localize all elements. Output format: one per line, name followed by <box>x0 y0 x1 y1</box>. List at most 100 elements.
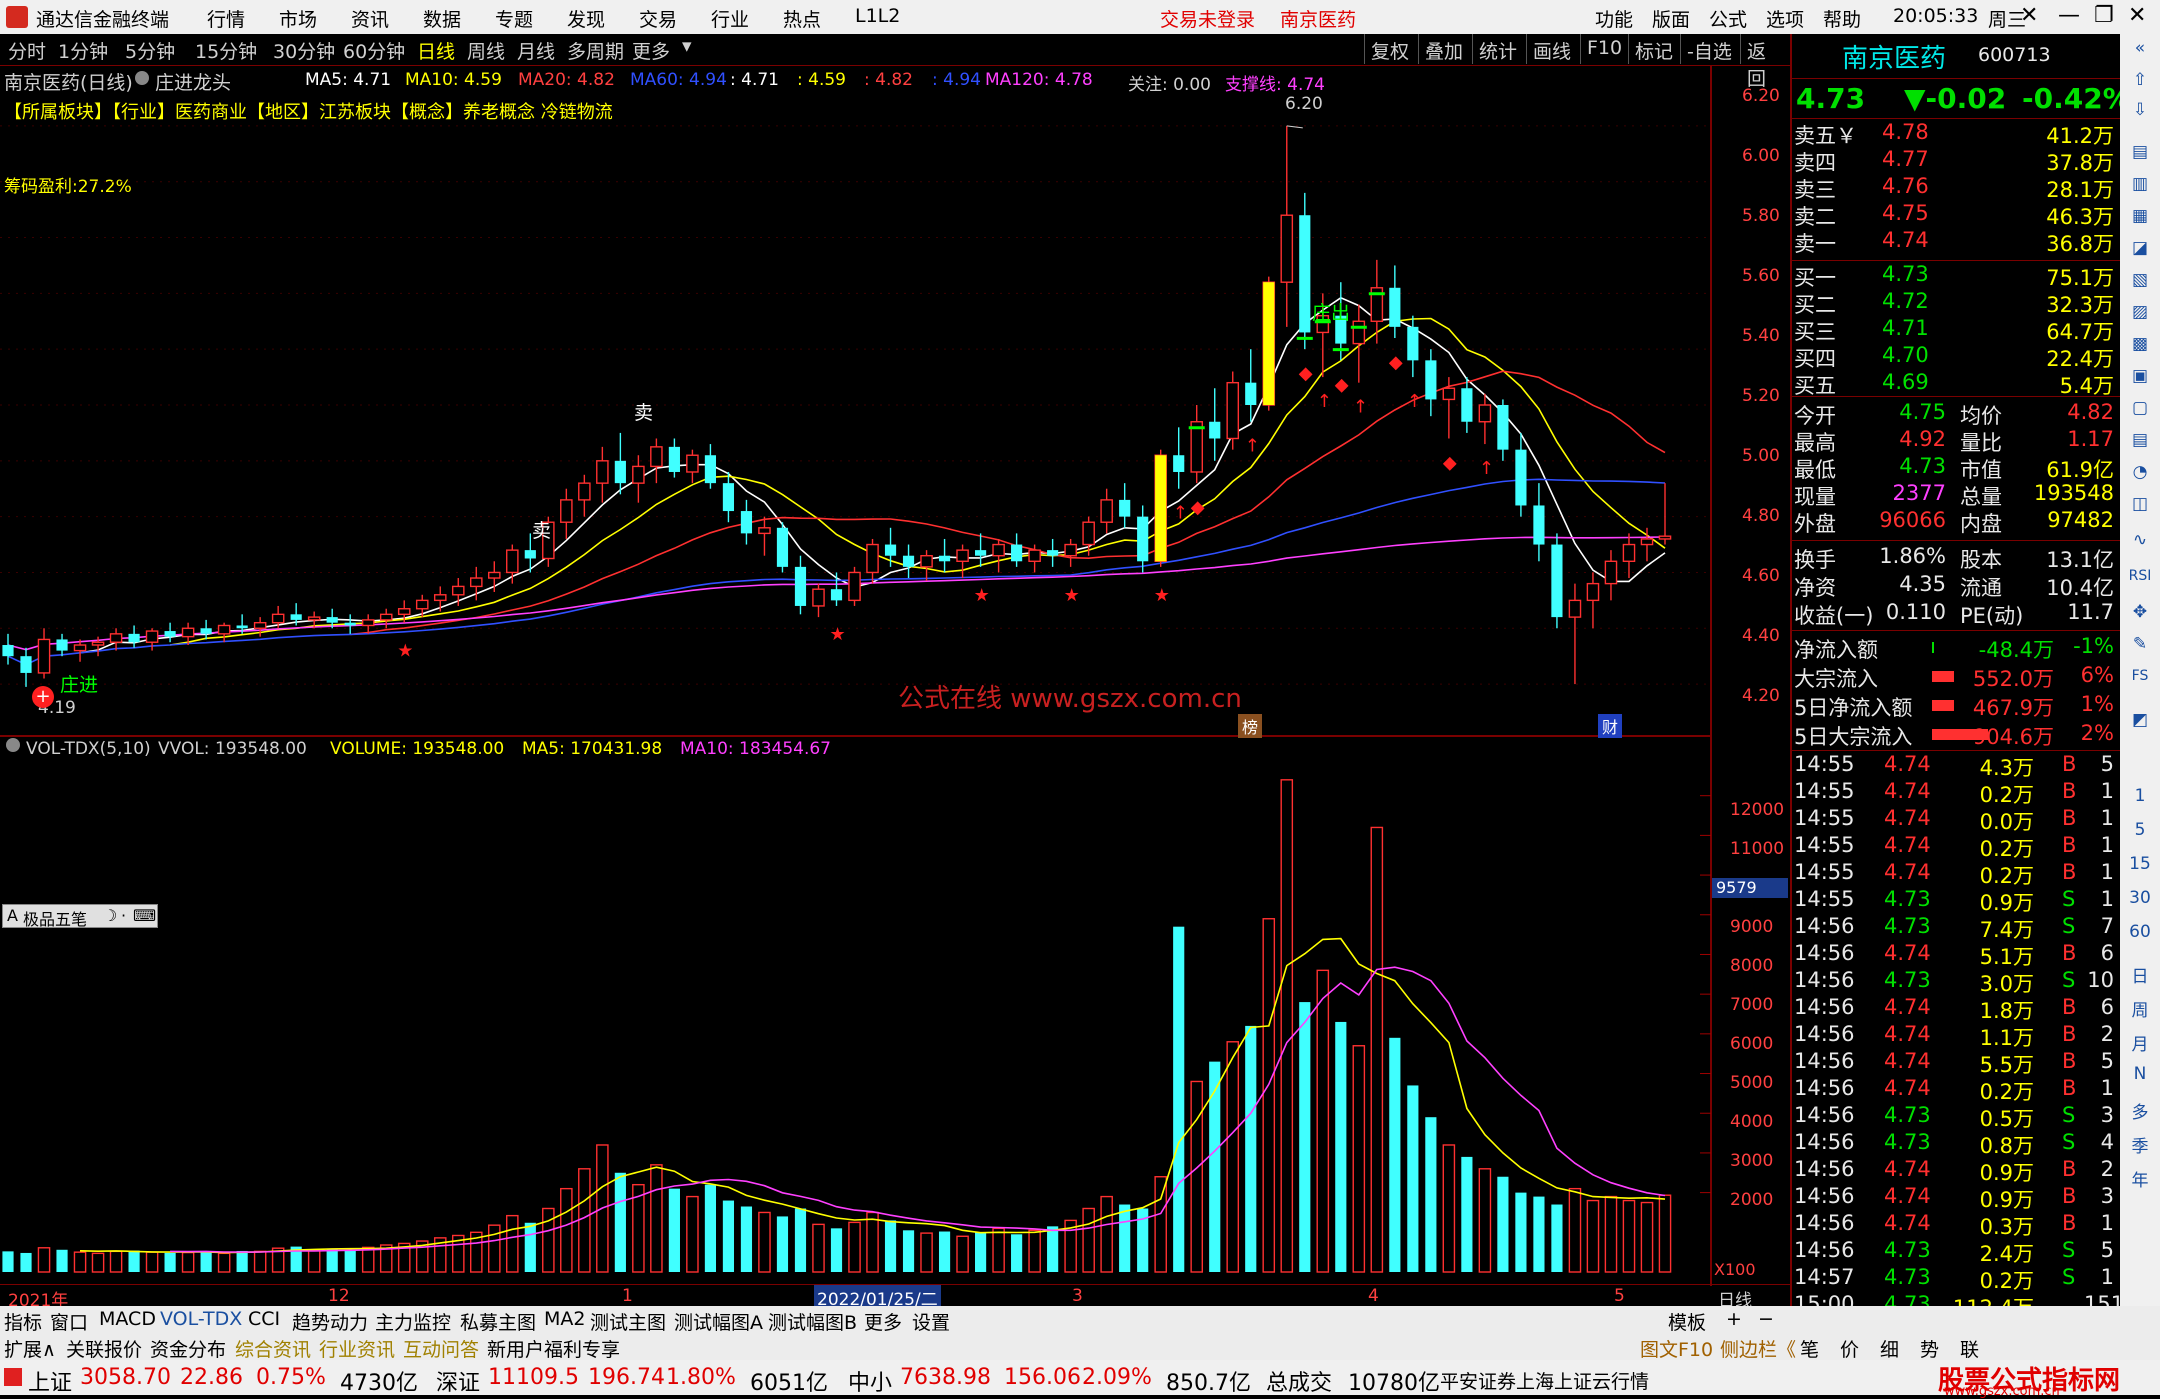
sidebar-period-day[interactable]: 日 <box>2126 962 2154 987</box>
tool-fanhui[interactable]: 返回 <box>1740 34 1790 90</box>
tab-remove[interactable]: − <box>1758 1308 1774 1330</box>
tab-sidebar[interactable]: 侧边栏《 <box>1720 1335 1796 1362</box>
tab-add[interactable]: + <box>1726 1308 1742 1330</box>
tool-biaoji[interactable]: 标记 <box>1628 34 1679 64</box>
ime-dot-icon[interactable]: · <box>121 906 126 925</box>
sidebar-period-quarter[interactable]: 季 <box>2126 1132 2154 1157</box>
close-small-icon[interactable]: ✕ <box>2020 3 2038 28</box>
tab-lian[interactable]: 联 <box>1960 1335 1979 1362</box>
menu-xuanxiang[interactable]: 选项 <box>1766 5 1804 32</box>
zx-label[interactable]: 中小 <box>848 1365 892 1397</box>
tab-related[interactable]: 关联报价 <box>66 1335 142 1362</box>
sidebar-period-week[interactable]: 周 <box>2126 996 2154 1021</box>
tab-simu[interactable]: 私募主图 <box>460 1308 536 1335</box>
sidebar-line-icon[interactable]: ◪ <box>2126 238 2154 258</box>
tab-xi[interactable]: 细 <box>1880 1335 1899 1362</box>
period-5min[interactable]: 5分钟 <box>125 37 175 64</box>
tab-news[interactable]: 综合资讯 <box>235 1335 311 1362</box>
tab-qushi[interactable]: 趋势动力 <box>292 1308 368 1335</box>
tool-tongji[interactable]: 统计 <box>1472 34 1523 64</box>
sidebar-period-month[interactable]: 月 <box>2126 1030 2154 1055</box>
tab-industry-news[interactable]: 行业资讯 <box>319 1335 395 1362</box>
menu-redian[interactable]: 热点 <box>783 5 821 32</box>
tab-test-main[interactable]: 测试主图 <box>590 1308 666 1335</box>
sidebar-period-5[interactable]: 5 <box>2126 820 2154 840</box>
menu-shichang[interactable]: 市场 <box>279 5 317 32</box>
menu-shuju[interactable]: 数据 <box>423 5 461 32</box>
tab-qa[interactable]: 互动问答 <box>403 1335 479 1362</box>
tab-ma2[interactable]: MA2 <box>544 1308 585 1330</box>
sidebar-pen-icon[interactable]: ✎ <box>2126 634 2154 654</box>
menu-l1l2[interactable]: L1L2 <box>855 5 900 27</box>
sidebar-f10-icon[interactable]: ▩ <box>2126 334 2154 354</box>
bang-marker[interactable]: 榜 <box>1238 714 1263 738</box>
tab-settings[interactable]: 设置 <box>912 1308 950 1335</box>
period-fenshi[interactable]: 分时 <box>8 37 46 64</box>
menu-jiaoyi[interactable]: 交易 <box>639 5 677 32</box>
sidebar-period-multi[interactable]: 多 <box>2126 1098 2154 1123</box>
sidebar-period-year[interactable]: 年 <box>2126 1166 2154 1191</box>
cai-marker[interactable]: 财 <box>1598 714 1623 738</box>
sidebar-bars-icon[interactable]: ▥ <box>2126 174 2154 194</box>
ime-toolbar[interactable]: A 极品五笔 ☽ · ⌨ <box>2 904 158 930</box>
ime-name[interactable]: 极品五笔 <box>23 906 87 930</box>
sidebar-pie-icon[interactable]: ◔ <box>2126 462 2154 482</box>
period-more[interactable]: 更多 <box>632 37 670 64</box>
sidebar-kline-icon[interactable]: ▧ <box>2126 270 2154 290</box>
sidebar-period-30[interactable]: 30 <box>2126 888 2154 908</box>
ime-a-icon[interactable]: A <box>7 906 18 925</box>
period-monthly[interactable]: 月线 <box>517 37 555 64</box>
tool-fuquan[interactable]: 复权 <box>1364 34 1415 64</box>
sidebar-collapse-icon[interactable]: « <box>2126 38 2154 58</box>
menu-banmian[interactable]: 版面 <box>1652 5 1690 32</box>
tool-diejia[interactable]: 叠加 <box>1418 34 1469 64</box>
tab-shi[interactable]: 势 <box>1920 1335 1939 1362</box>
close-icon[interactable]: ✕ <box>2128 3 2146 28</box>
tab-vol-tdx[interactable]: VOL-TDX <box>160 1308 242 1330</box>
trade-status[interactable]: 交易未登录 <box>1160 5 1255 32</box>
tab-zhibiao[interactable]: 指标 <box>4 1308 42 1335</box>
sidebar-grid-icon[interactable]: ▦ <box>2126 206 2154 226</box>
sidebar-move-icon[interactable]: ✥ <box>2126 602 2154 622</box>
tab-test-b[interactable]: 测试幅图B <box>768 1308 857 1335</box>
sidebar-period-n[interactable]: N <box>2126 1064 2154 1084</box>
sidebar-period-1[interactable]: 1 <box>2126 786 2154 806</box>
period-multi[interactable]: 多周期 <box>567 37 624 64</box>
tab-f10-text[interactable]: 图文F10 <box>1640 1335 1713 1362</box>
tab-macd[interactable]: MACD <box>99 1308 156 1330</box>
period-60min[interactable]: 60分钟 <box>343 37 405 64</box>
sidebar-doc-icon[interactable]: ▣ <box>2126 366 2154 386</box>
period-1min[interactable]: 1分钟 <box>58 37 108 64</box>
menu-gongneng[interactable]: 功能 <box>1595 5 1633 32</box>
period-15min[interactable]: 15分钟 <box>195 37 257 64</box>
tab-new-user[interactable]: 新用户福利专享 <box>487 1335 620 1362</box>
tab-jia[interactable]: 价 <box>1840 1335 1859 1362</box>
tick-list[interactable]: 14:55 4.74 4.3万 B 5 14:55 4.74 0.2万 B 1 14:55 4.74 0… <box>1792 752 2124 1322</box>
minimize-icon[interactable]: — <box>2058 3 2080 28</box>
sidebar-list-icon[interactable]: ▨ <box>2126 302 2154 322</box>
sidebar-stat-icon[interactable]: ▤ <box>2126 430 2154 450</box>
menu-gongshi[interactable]: 公式 <box>1709 5 1747 32</box>
menu-zhuanti[interactable]: 专题 <box>495 5 533 32</box>
tab-fund-dist[interactable]: 资金分布 <box>150 1335 226 1362</box>
ime-keyboard-icon[interactable]: ⌨ <box>133 906 156 925</box>
menu-faxian[interactable]: 发现 <box>567 5 605 32</box>
tab-zhuli[interactable]: 主力监控 <box>375 1308 451 1335</box>
menu-bangzhu[interactable]: 帮助 <box>1823 5 1861 32</box>
tab-more[interactable]: 更多 <box>864 1308 902 1335</box>
chevron-down-icon[interactable]: ▾ <box>682 35 692 57</box>
tab-test-a[interactable]: 测试幅图A <box>674 1308 763 1335</box>
volume-toggle-icon[interactable] <box>6 738 20 752</box>
sidebar-vol-icon[interactable]: ◫ <box>2126 494 2154 514</box>
tab-cci[interactable]: CCI <box>248 1308 280 1330</box>
sidebar-wave-icon[interactable]: ∿ <box>2126 530 2154 550</box>
menu-hangye[interactable]: 行业 <box>711 5 749 32</box>
sz-label[interactable]: 深证 <box>436 1365 480 1397</box>
tool-f10[interactable]: F10 <box>1580 34 1628 64</box>
period-30min[interactable]: 30分钟 <box>273 37 335 64</box>
sidebar-down-icon[interactable]: ⇩ <box>2126 100 2154 120</box>
volume-indicator-name[interactable]: VOL-TDX(5,10) <box>26 739 151 759</box>
ime-moon-icon[interactable]: ☽ <box>103 906 117 925</box>
tab-expand[interactable]: 扩展∧ <box>4 1335 56 1362</box>
sidebar-rsi[interactable]: RSI <box>2126 568 2154 584</box>
